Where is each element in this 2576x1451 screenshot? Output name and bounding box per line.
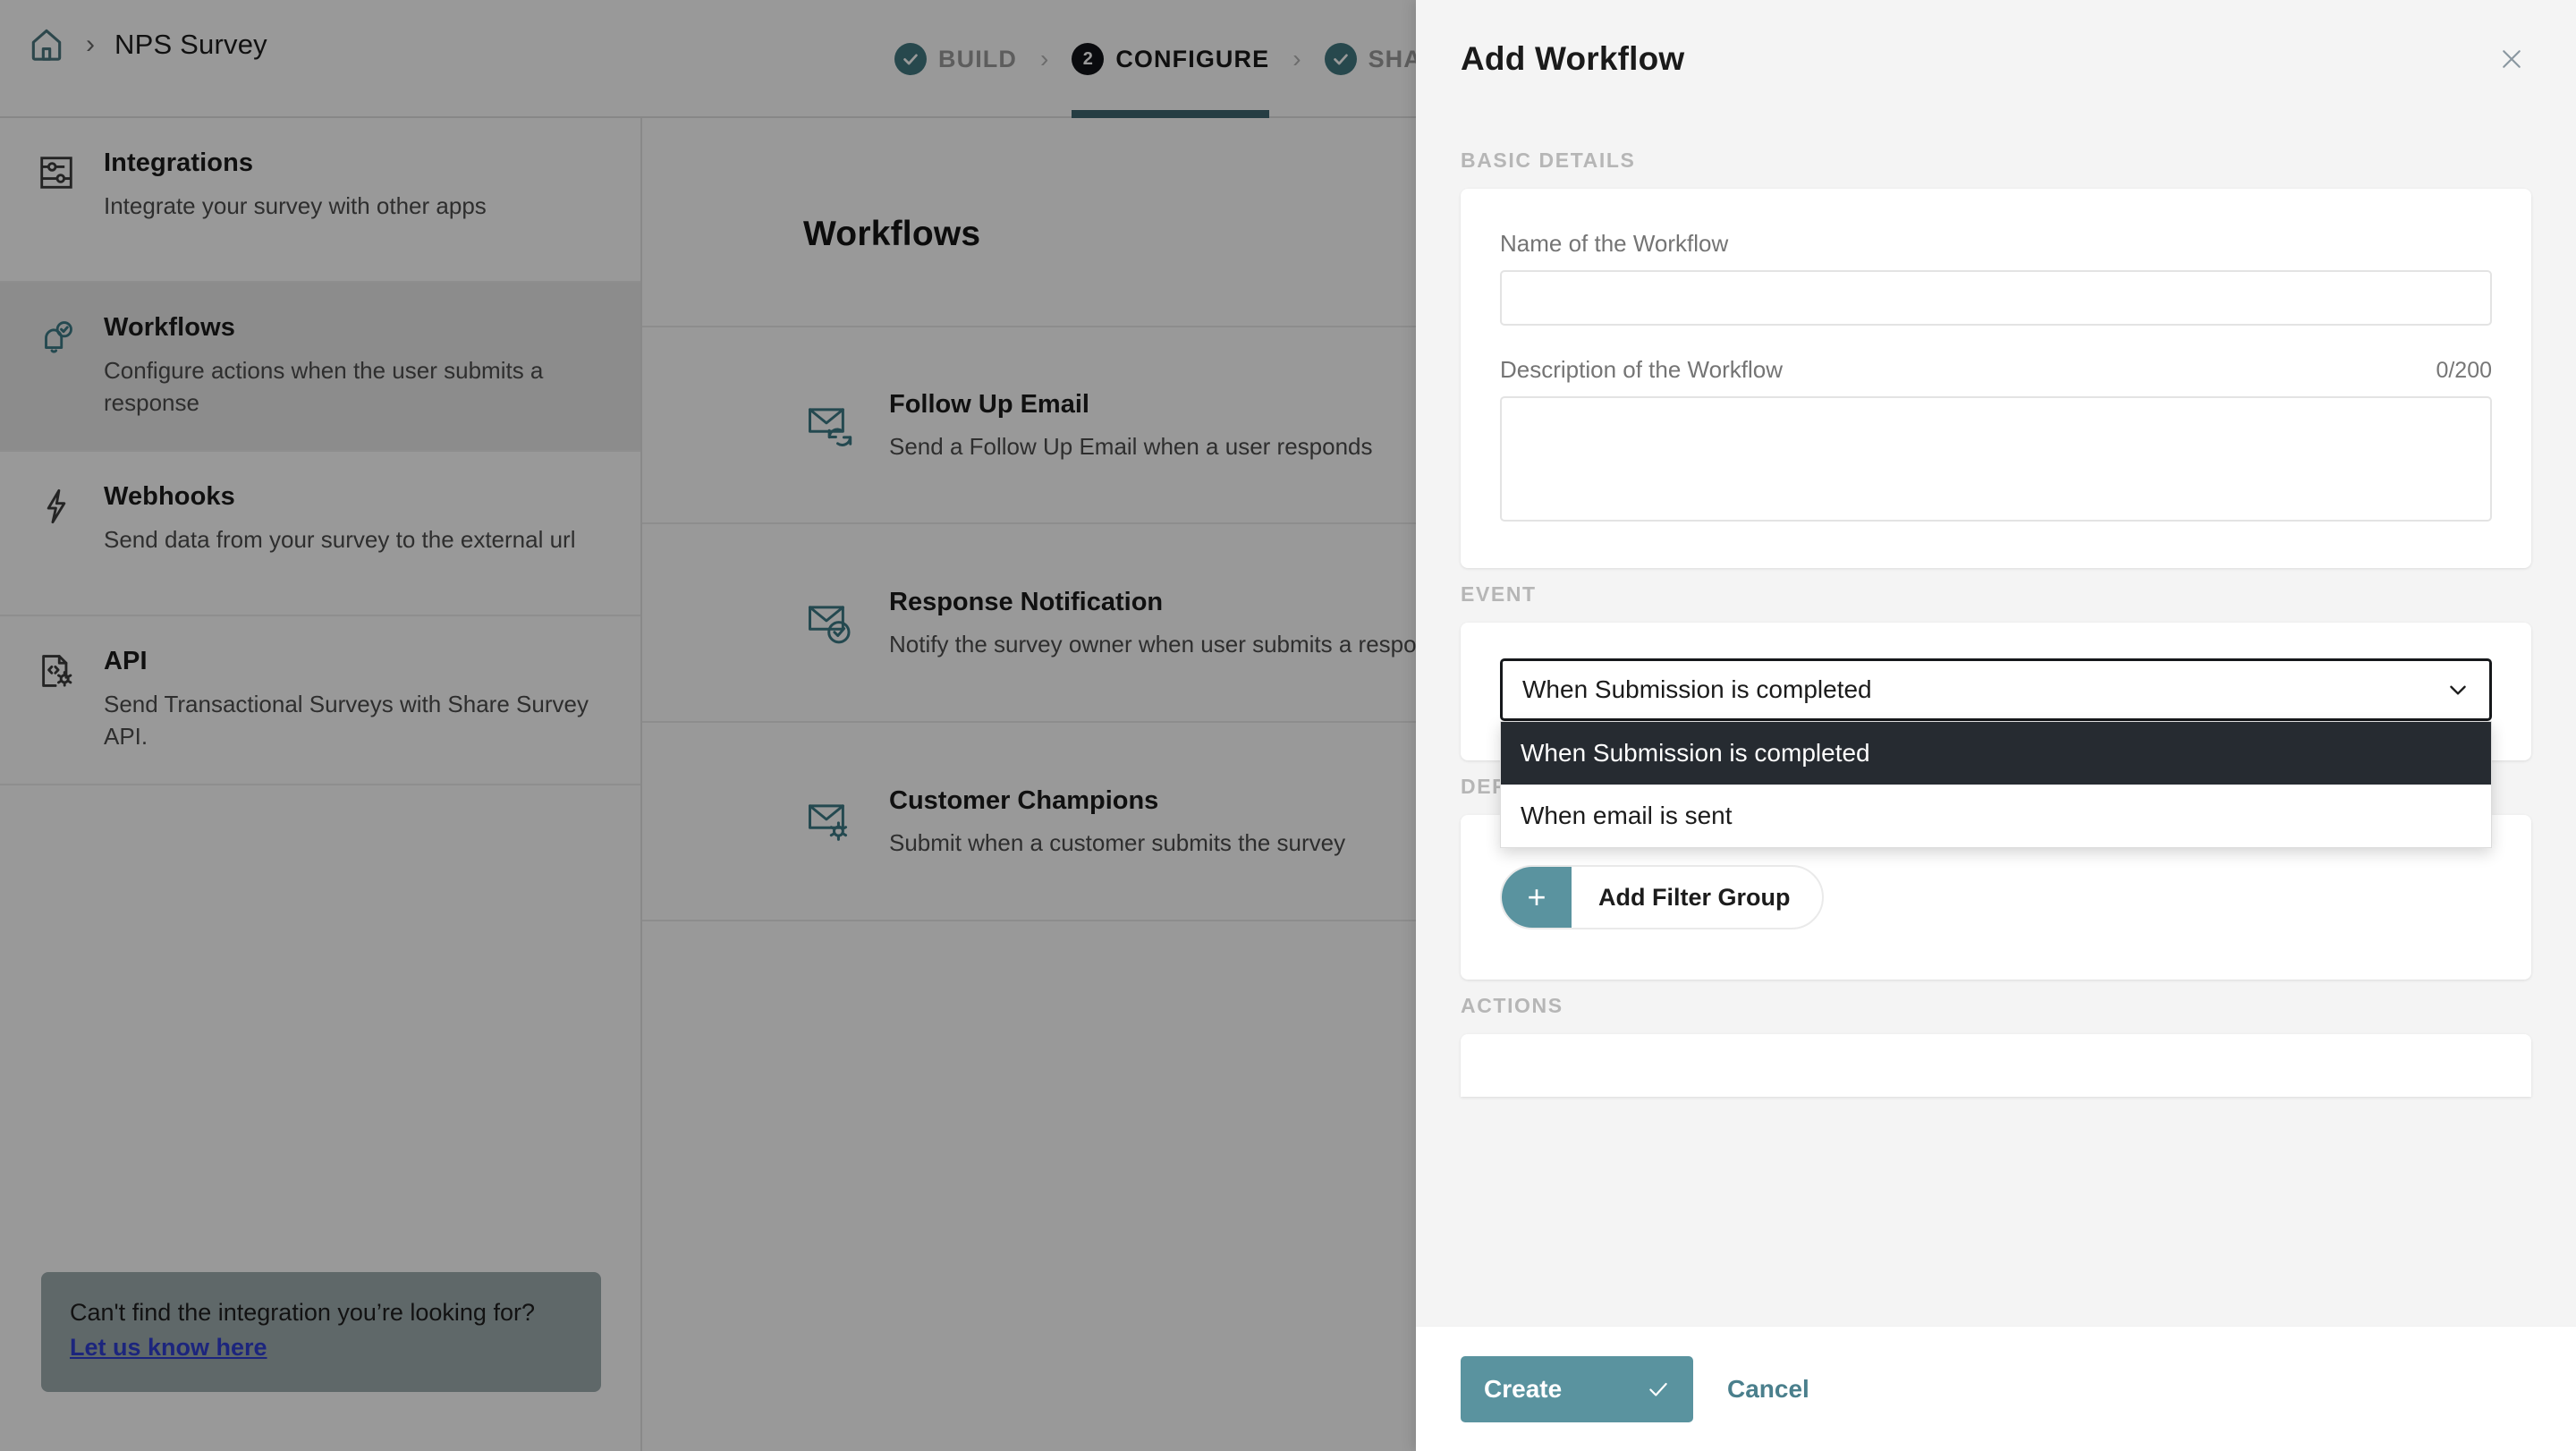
workflow-name-label: Name of the Workflow bbox=[1500, 230, 2492, 258]
sidebar-item-desc: Send data from your survey to the extern… bbox=[104, 524, 605, 556]
callout-text: Can't find the integration you’re lookin… bbox=[70, 1299, 572, 1327]
cancel-button[interactable]: Cancel bbox=[1727, 1375, 1809, 1404]
create-button-label: Create bbox=[1484, 1375, 1562, 1404]
basic-details-card: Name of the Workflow Description of the … bbox=[1461, 189, 2531, 568]
sidebar-item-integrations[interactable]: Integrations Integrate your survey with … bbox=[0, 118, 640, 283]
workflow-title: Follow Up Email bbox=[889, 390, 1373, 420]
integration-request-callout: Can't find the integration you’re lookin… bbox=[0, 1242, 642, 1392]
sidebar-item-title: Integrations bbox=[104, 148, 605, 178]
active-step-underline bbox=[1072, 110, 1269, 118]
sidebar-item-desc: Integrate your survey with other apps bbox=[104, 191, 605, 223]
event-option-submission-completed[interactable]: When Submission is completed bbox=[1501, 722, 2491, 785]
panel-title: Add Workflow bbox=[1461, 40, 1684, 78]
mail-sync-icon bbox=[803, 398, 857, 452]
step-badge-check-icon bbox=[894, 43, 927, 75]
event-select-value: When Submission is completed bbox=[1522, 675, 1872, 704]
screen: › NPS Survey BUILD › 2 CONFIGURE bbox=[0, 0, 2576, 1451]
section-label-actions: ACTIONS bbox=[1461, 994, 2531, 1018]
add-filter-group-label: Add Filter Group bbox=[1572, 867, 1822, 928]
mail-gear-icon bbox=[803, 794, 857, 848]
page-title: NPS Survey bbox=[114, 29, 267, 61]
create-button[interactable]: Create bbox=[1461, 1356, 1693, 1422]
add-filter-group-button[interactable]: + Add Filter Group bbox=[1500, 865, 1824, 929]
let-us-know-link[interactable]: Let us know here bbox=[70, 1334, 267, 1362]
sidebar-item-title: Webhooks bbox=[104, 482, 605, 512]
settings-sidebar: Integrations Integrate your survey with … bbox=[0, 118, 642, 1451]
mail-check-icon bbox=[803, 596, 857, 649]
sidebar-item-api[interactable]: API Send Transactional Surveys with Shar… bbox=[0, 616, 640, 785]
event-select-menu: When Submission is completed When email … bbox=[1500, 721, 2492, 848]
check-icon bbox=[1647, 1378, 1670, 1401]
breadcrumb: › NPS Survey bbox=[27, 25, 267, 64]
step-badge-check-icon bbox=[1325, 43, 1357, 75]
step-arrow-icon: › bbox=[1040, 45, 1048, 73]
bolt-icon bbox=[36, 482, 77, 527]
step-nav: BUILD › 2 CONFIGURE › SHARE bbox=[894, 0, 1458, 118]
code-gear-icon bbox=[36, 647, 77, 692]
home-icon[interactable] bbox=[27, 25, 66, 64]
sidebar-item-workflows[interactable]: Workflows Configure actions when the use… bbox=[0, 283, 640, 452]
step-label-build: BUILD bbox=[938, 46, 1017, 73]
sliders-icon bbox=[36, 148, 77, 193]
sidebar-item-webhooks[interactable]: Webhooks Send data from your survey to t… bbox=[0, 452, 640, 616]
plus-icon: + bbox=[1502, 867, 1572, 928]
step-badge-number: 2 bbox=[1072, 43, 1104, 75]
sidebar-item-desc: Configure actions when the user submits … bbox=[104, 355, 605, 420]
close-icon[interactable] bbox=[2494, 41, 2529, 77]
bell-check-icon bbox=[36, 313, 77, 358]
workflow-desc: Send a Follow Up Email when a user respo… bbox=[889, 433, 1373, 461]
workflow-description-label: Description of the Workflow bbox=[1500, 356, 1783, 384]
step-number: 2 bbox=[1083, 50, 1093, 68]
workflow-desc: Notify the survey owner when user submit… bbox=[889, 631, 1454, 658]
sidebar-item-title: API bbox=[104, 647, 605, 676]
event-select[interactable]: When Submission is completed bbox=[1500, 658, 2492, 721]
section-label-basic-details: BASIC DETAILS bbox=[1461, 148, 2531, 173]
event-option-email-sent[interactable]: When email is sent bbox=[1501, 785, 2491, 847]
workflow-desc: Submit when a customer submits the surve… bbox=[889, 829, 1345, 857]
event-card: When Submission is completed When Submis… bbox=[1461, 623, 2531, 760]
step-arrow-icon: › bbox=[1292, 45, 1301, 73]
actions-card bbox=[1461, 1034, 2531, 1097]
sidebar-item-desc: Send Transactional Surveys with Share Su… bbox=[104, 689, 605, 753]
step-build[interactable]: BUILD bbox=[894, 0, 1017, 118]
workflow-name-input[interactable] bbox=[1500, 270, 2492, 326]
panel-body: BASIC DETAILS Name of the Workflow Descr… bbox=[1416, 118, 2576, 1326]
chevron-down-icon bbox=[2446, 678, 2470, 701]
workflow-title: Customer Champions bbox=[889, 786, 1345, 816]
step-configure[interactable]: 2 CONFIGURE bbox=[1072, 0, 1269, 118]
sidebar-item-title: Workflows bbox=[104, 313, 605, 343]
panel-header: Add Workflow bbox=[1416, 0, 2576, 118]
description-char-counter: 0/200 bbox=[2436, 358, 2492, 384]
add-workflow-panel: Add Workflow BASIC DETAILS Name of the W… bbox=[1416, 0, 2576, 1451]
breadcrumb-separator: › bbox=[86, 31, 95, 58]
workflow-description-textarea[interactable] bbox=[1500, 396, 2492, 522]
section-label-event: EVENT bbox=[1461, 582, 2531, 607]
step-label-configure: CONFIGURE bbox=[1115, 46, 1269, 73]
workflow-title: Response Notification bbox=[889, 588, 1454, 617]
panel-footer: Create Cancel bbox=[1416, 1326, 2576, 1451]
